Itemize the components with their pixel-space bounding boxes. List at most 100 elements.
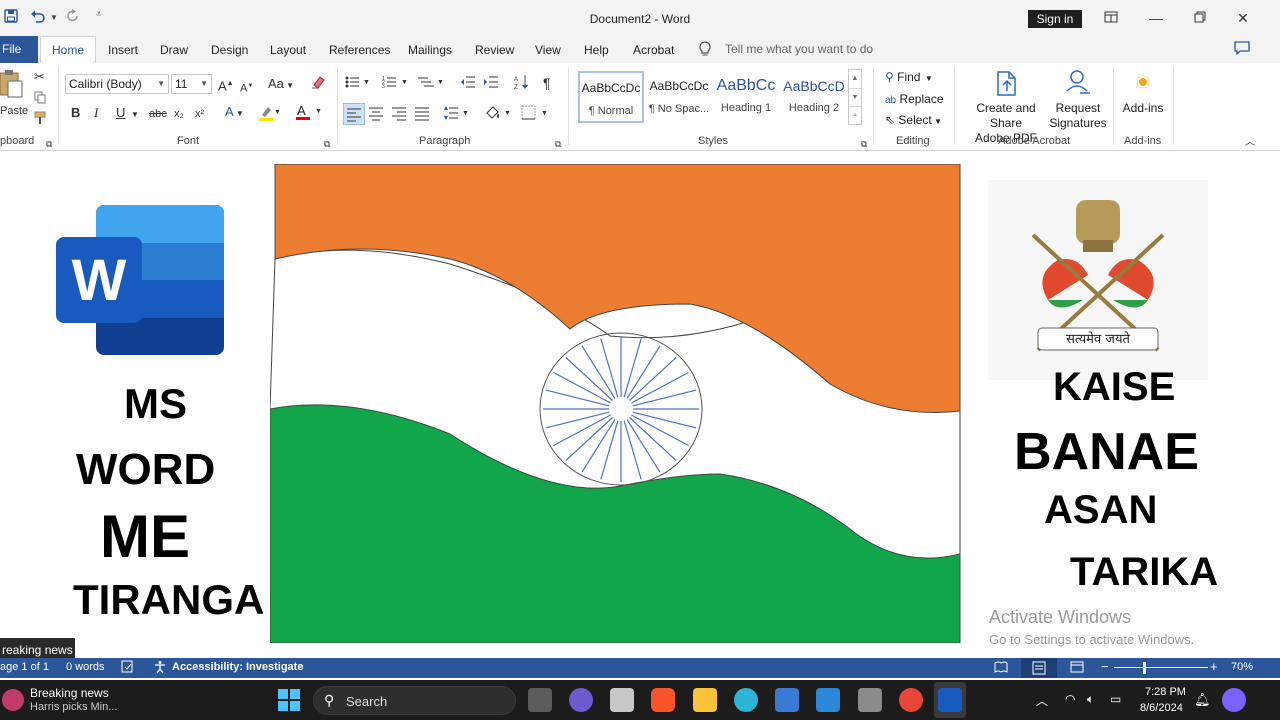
tab-help[interactable]: Help — [584, 43, 609, 57]
tab-draw[interactable]: Draw — [160, 43, 188, 57]
tiranga-flag[interactable] — [269, 163, 962, 644]
increase-indent-icon[interactable] — [483, 75, 499, 93]
numbering-icon[interactable]: 1 2 3 ▼ — [382, 75, 410, 93]
find-button[interactable]: ⚲ Find ▼ — [885, 70, 933, 84]
request-signatures-button[interactable]: Request Signatures — [1048, 101, 1108, 131]
underline-dropdown-icon[interactable]: ▼ — [131, 107, 139, 123]
align-center-icon[interactable] — [368, 105, 384, 125]
start-icon[interactable] — [277, 688, 301, 712]
zoom-slider-thumb[interactable] — [1143, 662, 1146, 674]
tab-mailings[interactable]: Mailings — [408, 43, 452, 57]
news-subtitle[interactable]: Harris picks Min... — [30, 701, 117, 713]
news-widget-icon[interactable] — [2, 689, 24, 711]
sign-in-button[interactable]: Sign in — [1028, 10, 1082, 28]
tab-layout[interactable]: Layout — [270, 43, 306, 57]
wifi-icon[interactable]: ◠ — [1065, 692, 1075, 706]
proofing-icon[interactable] — [121, 660, 135, 677]
style-no-spacing[interactable]: AaBbCcDc ¶ No Spac... — [646, 71, 712, 123]
decrease-indent-icon[interactable] — [460, 75, 476, 93]
font-name-select[interactable]: Calibri (Body) ▼ — [65, 74, 169, 94]
line-spacing-icon[interactable]: ▼ — [443, 105, 471, 125]
comments-icon[interactable] — [1234, 41, 1250, 58]
style-heading-2[interactable]: AaBbCcD Heading 2 — [781, 71, 847, 123]
undo-icon[interactable] — [30, 9, 46, 26]
styles-down-icon[interactable]: ▼ — [849, 88, 861, 106]
collapse-ribbon-icon[interactable]: ︿ — [1245, 135, 1255, 151]
highlight-color-icon[interactable]: ▼ — [258, 105, 281, 125]
brave-icon[interactable] — [651, 688, 675, 712]
chat-icon[interactable] — [569, 688, 593, 712]
zoom-out-icon[interactable]: − — [1101, 659, 1109, 674]
print-layout-icon[interactable] — [1021, 658, 1057, 678]
page-count[interactable]: age 1 of 1 — [0, 661, 49, 673]
italic-button[interactable]: I — [94, 105, 98, 121]
select-button[interactable]: ⇖ Select ▼ — [885, 113, 942, 127]
word-taskbar-icon[interactable] — [938, 688, 962, 712]
clock-time[interactable]: 7:28 PM — [1145, 686, 1186, 698]
tab-acrobat[interactable]: Acrobat — [633, 43, 674, 57]
format-painter-icon[interactable] — [34, 111, 48, 129]
read-mode-icon[interactable] — [994, 660, 1008, 677]
clear-formatting-icon[interactable] — [311, 75, 325, 93]
tab-home[interactable]: Home — [40, 36, 96, 64]
zoom-in-icon[interactable]: + — [1210, 659, 1218, 674]
close-icon[interactable]: ✕ — [1228, 6, 1258, 30]
store-icon[interactable] — [775, 688, 799, 712]
volume-icon[interactable]: 🔈︎ — [1087, 692, 1094, 707]
cut-icon[interactable]: ✂ — [34, 69, 45, 85]
replace-button[interactable]: ab Replace — [885, 92, 944, 106]
zoom-slider[interactable] — [1114, 667, 1208, 668]
redo-icon[interactable] — [66, 9, 80, 26]
superscript-button[interactable]: x² — [195, 106, 204, 122]
tab-design[interactable]: Design — [211, 43, 248, 57]
ribbon-display-icon[interactable] — [1096, 6, 1126, 30]
style-heading-1[interactable]: AaBbCc Heading 1 — [713, 71, 779, 123]
align-left-icon[interactable] — [343, 103, 365, 125]
font-color-icon[interactable]: A ▼ — [296, 103, 326, 125]
styles-up-icon[interactable]: ▲ — [849, 70, 861, 88]
zoom-level[interactable]: 70% — [1231, 661, 1253, 673]
chrome-icon[interactable] — [899, 688, 923, 712]
bullets-icon[interactable]: ▼ — [345, 75, 371, 93]
clipboard-launcher-icon[interactable]: ⧉ — [46, 136, 52, 152]
notification-bell-icon[interactable]: 🔔︎ — [1194, 692, 1211, 708]
borders-icon[interactable]: ▼ — [521, 105, 551, 125]
tab-file[interactable]: File — [0, 36, 38, 63]
task-view-icon[interactable] — [528, 688, 552, 712]
styles-scroll[interactable]: ▲ ▼ ⩡ — [848, 69, 862, 125]
shading-icon[interactable]: ▼ — [484, 104, 514, 126]
news-title[interactable]: Breaking news — [30, 686, 109, 700]
underline-button[interactable]: U — [116, 105, 125, 121]
styles-launcher-icon[interactable]: ⧉ — [861, 136, 867, 152]
paste-label[interactable]: Paste — [0, 103, 28, 119]
edge-icon[interactable] — [734, 688, 758, 712]
copy-icon[interactable] — [34, 91, 46, 108]
tab-review[interactable]: Review — [475, 43, 514, 57]
accessibility-icon[interactable] — [153, 660, 167, 677]
copilot-icon[interactable] — [1222, 688, 1246, 712]
font-launcher-icon[interactable]: ⧉ — [324, 136, 330, 152]
tab-references[interactable]: References — [329, 43, 390, 57]
document-canvas[interactable]: W MS WORD ME TIRANGA सत्यमेव जयते KAISE … — [0, 152, 1280, 658]
customize-toolbar-icon[interactable]: ⩡ — [96, 9, 102, 20]
web-layout-icon[interactable] — [1070, 660, 1084, 677]
style-normal[interactable]: AaBbCcDc ¶ Normal — [578, 71, 644, 123]
styles-more-icon[interactable]: ⩡ — [849, 106, 861, 124]
add-ins-button[interactable]: Add-ins — [1120, 101, 1166, 116]
taskbar-search[interactable]: ⚲ Search — [313, 686, 516, 715]
word-count[interactable]: 0 words — [66, 661, 105, 673]
text-effects-icon[interactable]: A ▼ — [225, 104, 244, 122]
sort-icon[interactable]: AZ — [514, 74, 530, 94]
show-formatting-icon[interactable]: ¶ — [543, 75, 551, 91]
snipping-icon[interactable] — [858, 688, 882, 712]
vscode-icon[interactable] — [816, 688, 840, 712]
subscript-button[interactable]: x₂ — [174, 106, 184, 122]
tab-view[interactable]: View — [535, 43, 561, 57]
font-size-select[interactable]: 11 ▼ — [171, 74, 212, 94]
save-icon[interactable] — [4, 9, 18, 26]
minimize-icon[interactable]: — — [1141, 6, 1171, 30]
battery-icon[interactable]: ▭ — [1110, 692, 1121, 706]
tray-overflow-icon[interactable]: ︿ — [1036, 692, 1048, 709]
clock-date[interactable]: 8/6/2024 — [1140, 702, 1183, 714]
grow-font-icon[interactable]: A▲ — [218, 76, 234, 94]
